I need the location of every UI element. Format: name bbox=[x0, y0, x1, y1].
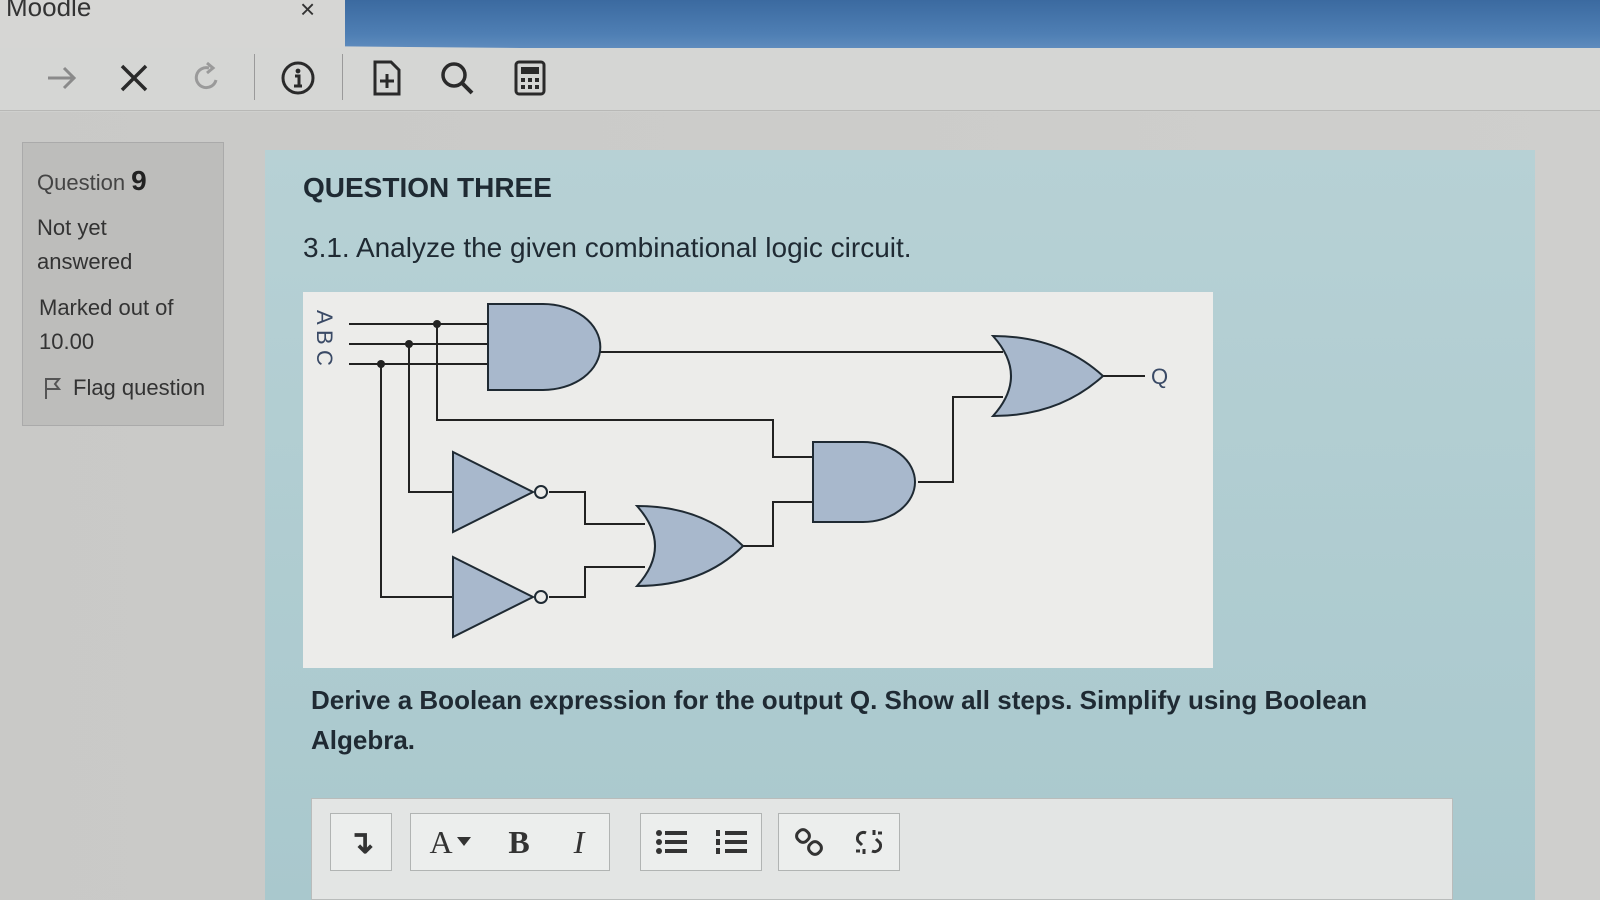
search-button[interactable] bbox=[435, 56, 479, 100]
reload-icon bbox=[194, 61, 218, 90]
unordered-list-button[interactable] bbox=[641, 814, 701, 870]
ordered-list-button[interactable] bbox=[701, 814, 761, 870]
wire-c-branch bbox=[380, 364, 453, 598]
question-status: Not yet answered bbox=[37, 215, 133, 274]
search-icon bbox=[441, 62, 474, 95]
calculator-icon bbox=[514, 60, 546, 96]
question-heading: QUESTION THREE bbox=[303, 172, 552, 203]
bullet-list-icon bbox=[656, 830, 687, 854]
editor-group-links bbox=[778, 813, 900, 871]
flag-icon bbox=[45, 378, 62, 399]
output-label-q: Q bbox=[1151, 364, 1168, 389]
editor-group-expand: ↴ bbox=[330, 813, 392, 871]
app-title: Moodle bbox=[6, 0, 92, 22]
info-button[interactable] bbox=[276, 56, 320, 100]
junction-dot bbox=[433, 320, 441, 328]
not-bubble-c bbox=[534, 590, 548, 604]
browser-toolbar bbox=[0, 48, 1600, 111]
question-number-value: 9 bbox=[131, 165, 147, 196]
question-marks: Marked out of 10.00 bbox=[39, 295, 174, 354]
insert-link-button[interactable] bbox=[779, 814, 839, 870]
not-bubble-b bbox=[534, 485, 548, 499]
toolbar-divider bbox=[254, 54, 255, 100]
arrow-right-icon bbox=[48, 66, 77, 90]
question-instruction: Derive a Boolean expression for the outp… bbox=[311, 685, 1368, 755]
unlink-button[interactable] bbox=[839, 814, 899, 870]
editor-group-lists bbox=[640, 813, 762, 871]
bold-button[interactable]: B bbox=[489, 814, 549, 870]
question-label: Question bbox=[37, 170, 126, 195]
forward-button[interactable] bbox=[40, 56, 84, 100]
wire-notb-out bbox=[549, 491, 645, 525]
bold-label: B bbox=[508, 823, 530, 860]
add-page-icon bbox=[373, 60, 401, 96]
chevron-down-icon bbox=[456, 837, 471, 846]
or-gate-1 bbox=[634, 504, 745, 588]
unlink-icon bbox=[855, 830, 883, 854]
question-info-panel: Question 9 Not yet answered Marked out of… bbox=[22, 142, 224, 426]
not-gate-b bbox=[452, 450, 536, 534]
reload-button[interactable] bbox=[185, 56, 229, 100]
junction-dot bbox=[405, 340, 413, 348]
new-page-button[interactable] bbox=[365, 56, 409, 100]
question-number: Question 9 bbox=[37, 165, 147, 197]
toolbar-divider bbox=[342, 54, 343, 100]
stop-button[interactable] bbox=[112, 56, 156, 100]
logic-circuit-diagram: A B C Q bbox=[303, 292, 1213, 668]
title-bar: Moodle × bbox=[0, 0, 1600, 58]
flag-question-label: Flag question bbox=[73, 375, 206, 400]
numbered-list-icon bbox=[716, 830, 747, 854]
and-gate-2 bbox=[812, 441, 916, 523]
and-gate-1 bbox=[487, 303, 602, 391]
question-subtitle: 3.1. Analyze the given combinational log… bbox=[303, 232, 912, 263]
link-icon bbox=[795, 828, 823, 856]
question-text-panel: QUESTION THREE 3.1. Analyze the given co… bbox=[265, 150, 1535, 900]
or-gate-2 bbox=[990, 334, 1105, 418]
italic-button[interactable]: I bbox=[549, 814, 609, 870]
wire-notc-out bbox=[549, 566, 645, 598]
wire-or1-out bbox=[743, 501, 813, 547]
toolbar-expand-button[interactable]: ↴ bbox=[331, 814, 391, 870]
font-style-button[interactable]: A bbox=[411, 814, 489, 870]
circuit-svg: A B C Q bbox=[312, 303, 1168, 639]
info-icon bbox=[281, 61, 315, 95]
wire-and2-out bbox=[918, 396, 1003, 483]
flag-question-link[interactable]: Flag question bbox=[43, 375, 205, 401]
input-label-b: B bbox=[312, 330, 337, 345]
expand-icon: ↴ bbox=[347, 824, 375, 860]
calculator-button[interactable] bbox=[508, 56, 552, 100]
italic-label: I bbox=[573, 823, 585, 860]
input-label-a: A bbox=[312, 310, 337, 325]
not-gate-c bbox=[452, 555, 536, 639]
answer-editor: ↴ A B I bbox=[311, 798, 1453, 900]
tab-close-button[interactable]: × bbox=[300, 0, 315, 25]
close-icon bbox=[120, 64, 148, 92]
input-label-c: C bbox=[312, 350, 337, 366]
font-style-label: A bbox=[429, 823, 453, 860]
wire-b-branch bbox=[408, 344, 453, 493]
editor-group-format: A B I bbox=[410, 813, 610, 871]
junction-dot bbox=[377, 360, 385, 368]
